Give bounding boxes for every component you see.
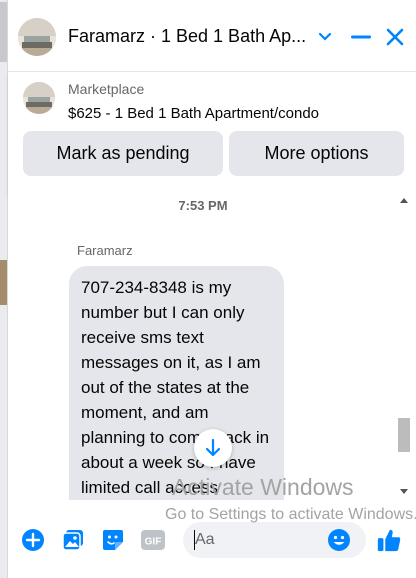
- emoji-icon[interactable]: [326, 527, 352, 553]
- background-thumbnail: [0, 2, 7, 62]
- svg-text:GIF: GIF: [145, 537, 162, 548]
- close-icon[interactable]: [382, 24, 408, 50]
- gif-icon[interactable]: GIF: [140, 527, 166, 553]
- scroll-to-bottom-button[interactable]: [194, 429, 232, 467]
- chat-header: Faramarz · 1 Bed 1 Bath Ap...: [8, 0, 416, 72]
- more-options-button[interactable]: More options: [229, 131, 404, 176]
- message-timestamp: 7:53 PM: [178, 198, 228, 213]
- mark-as-pending-button[interactable]: Mark as pending: [23, 131, 223, 176]
- arrow-down-icon: [205, 438, 221, 457]
- scroll-down-arrow-icon[interactable]: [400, 489, 408, 494]
- message-bubble[interactable]: 707-234-8348 is my number but I can only…: [69, 266, 284, 500]
- chat-scrollbar[interactable]: [397, 196, 412, 500]
- plus-icon[interactable]: [20, 527, 46, 553]
- listing-thumbnail[interactable]: [23, 82, 55, 114]
- scroll-up-arrow-icon[interactable]: [400, 198, 408, 203]
- scrollbar-thumb[interactable]: [398, 418, 410, 452]
- activate-windows-title: Activate Windows: [172, 474, 354, 500]
- minimize-icon[interactable]: [348, 24, 374, 50]
- sender-name: Faramarz: [77, 243, 133, 258]
- photo-icon[interactable]: [60, 527, 86, 553]
- message-list[interactable]: 7:53 PM Faramarz 707-234-8348 is my numb…: [8, 196, 416, 500]
- conversation-title[interactable]: Faramarz · 1 Bed 1 Bath Ap...: [68, 26, 318, 47]
- activate-windows-subtitle: Go to Settings to activate Windows.: [165, 506, 416, 523]
- like-icon[interactable]: [376, 527, 402, 553]
- sticker-icon[interactable]: [100, 527, 126, 553]
- background-thumbnail: [0, 260, 7, 305]
- message-placeholder: Aa: [195, 531, 215, 548]
- background-window-strip: [0, 0, 7, 578]
- listing-avatar[interactable]: [18, 18, 56, 56]
- listing-title[interactable]: $625 - 1 Bed 1 Bath Apartment/condo: [68, 105, 319, 122]
- marketplace-label: Marketplace: [68, 81, 145, 97]
- marketplace-card: Marketplace $625 - 1 Bed 1 Bath Apartmen…: [8, 72, 416, 196]
- chevron-down-icon[interactable]: [312, 24, 338, 50]
